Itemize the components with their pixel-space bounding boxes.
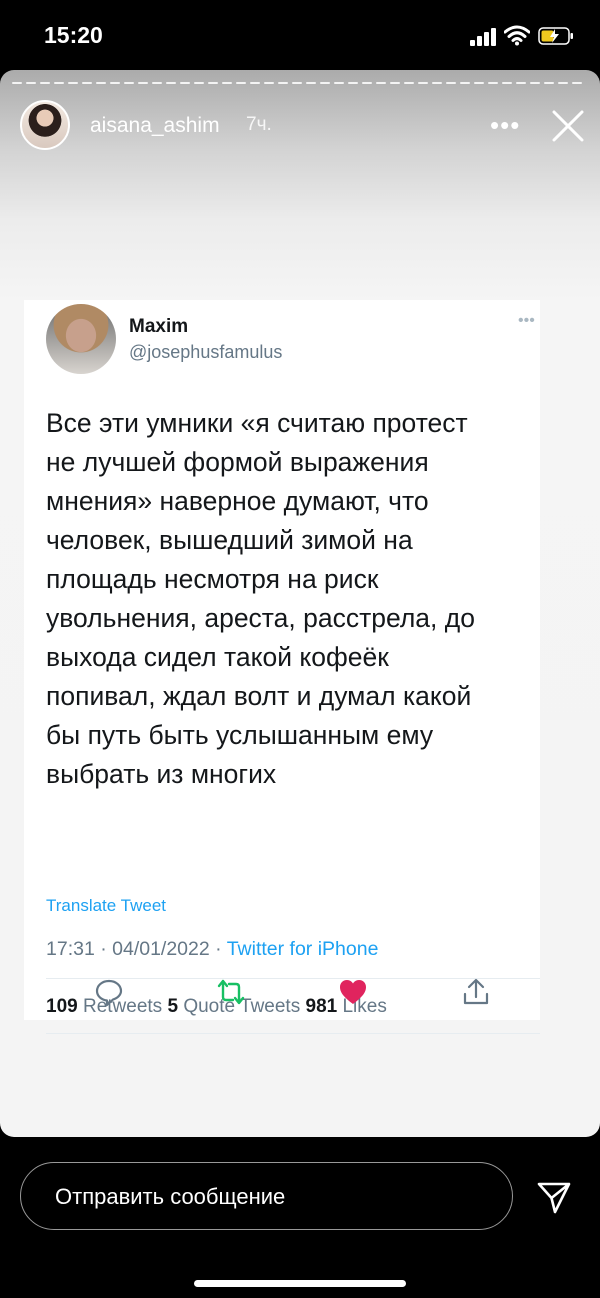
progress-segment [264, 82, 274, 84]
progress-segment [334, 82, 344, 84]
battery-charging-icon [538, 27, 573, 45]
tweet-actions [24, 977, 540, 1027]
reply-bar: Отправить сообщение [0, 1137, 600, 1298]
progress-segment [530, 82, 540, 84]
progress-segment [488, 82, 498, 84]
message-input[interactable]: Отправить сообщение [20, 1162, 513, 1230]
progress-segment [306, 82, 316, 84]
progress-segment [180, 82, 190, 84]
progress-segment [362, 82, 372, 84]
story-viewer[interactable]: aisana_ashim 7ч. ••• Maxim @josephusfamu… [0, 70, 600, 1137]
tweet-text-line: бы путь быть услышанным ему [46, 720, 434, 750]
tweet-author-avatar [46, 304, 116, 374]
progress-segment [278, 82, 288, 84]
tweet-text-line: Все эти умники «я считаю протест [46, 408, 468, 438]
progress-segment [222, 82, 232, 84]
progress-segment [250, 82, 260, 84]
story-username[interactable]: aisana_ashim [90, 114, 220, 138]
reply-icon [95, 979, 123, 1007]
progress-segment [68, 82, 78, 84]
story-progress-bar [12, 82, 588, 85]
progress-segment [82, 82, 92, 84]
home-indicator[interactable] [194, 1280, 406, 1287]
tweet-text-line: мнения» наверное думают, что [46, 486, 429, 516]
message-placeholder: Отправить сообщение [55, 1184, 286, 1209]
cellular-signal-icon [470, 28, 498, 46]
status-time: 15:20 [44, 22, 103, 48]
progress-segment [194, 82, 204, 84]
progress-segment [110, 82, 120, 84]
tweet-text-line: увольнения, ареста, расстрела, до [46, 603, 475, 633]
progress-segment [502, 82, 512, 84]
more-horizontal-icon[interactable]: ••• [490, 110, 520, 141]
tweet-card: Maxim @josephusfamulus ••• Все эти умник… [24, 300, 540, 1034]
progress-segment [40, 82, 50, 84]
tweet-text-line: площадь несмотря на риск [46, 564, 379, 594]
tweet-more-icon: ••• [518, 312, 535, 329]
progress-segment [404, 82, 414, 84]
story-author-avatar[interactable] [20, 100, 70, 150]
retweet-icon [217, 979, 245, 1005]
wifi-icon [504, 25, 530, 46]
progress-segment [558, 82, 568, 84]
progress-segment [390, 82, 400, 84]
share-icon [463, 978, 489, 1005]
progress-segment [236, 82, 246, 84]
progress-segment [446, 82, 456, 84]
progress-segment [54, 82, 64, 84]
progress-segment [418, 82, 428, 84]
progress-segment [292, 82, 302, 84]
progress-segment [124, 82, 134, 84]
tweet-author-name: Maxim [129, 316, 189, 337]
divider [46, 1033, 540, 1034]
progress-segment [376, 82, 386, 84]
progress-segment [152, 82, 162, 84]
tweet-text-line: попивал, ждал волт и думал какой [46, 681, 472, 711]
progress-segment [460, 82, 470, 84]
tweet-text-line: выхода сидел такой кофеёк [46, 642, 389, 672]
progress-segment [208, 82, 218, 84]
tweet-metadata: 17:31 · 04/01/2022 · Twitter for iPhone [46, 938, 378, 961]
progress-segment [138, 82, 148, 84]
progress-segment [474, 82, 484, 84]
progress-segment [572, 82, 582, 84]
story-time-ago: 7ч. [246, 114, 272, 135]
progress-segment [96, 82, 106, 84]
tweet-source: Twitter for iPhone [226, 938, 379, 960]
progress-segment [12, 82, 22, 84]
progress-segment [432, 82, 442, 84]
tweet-text: Все эти умники «я считаю протест не лучш… [46, 404, 534, 794]
status-bar: 15:20 [0, 0, 600, 70]
tweet-text-line: выбрать из многих [46, 759, 277, 789]
progress-segment [166, 82, 176, 84]
progress-segment [26, 82, 36, 84]
tweet-text-line: человек, вышедший зимой на [46, 525, 413, 555]
like-icon [340, 980, 366, 1004]
progress-segment [320, 82, 330, 84]
send-icon[interactable] [536, 1179, 572, 1215]
tweet-author-handle: @josephusfamulus [129, 342, 283, 362]
progress-segment [516, 82, 526, 84]
tweet-text-line: не лучшей формой выражения [46, 447, 429, 477]
translate-tweet-link: Translate Tweet [46, 896, 167, 915]
progress-segment [544, 82, 554, 84]
close-icon[interactable] [550, 108, 586, 144]
progress-segment [348, 82, 358, 84]
tweet-timestamp: 17:31 · 04/01/2022 · [46, 938, 227, 960]
